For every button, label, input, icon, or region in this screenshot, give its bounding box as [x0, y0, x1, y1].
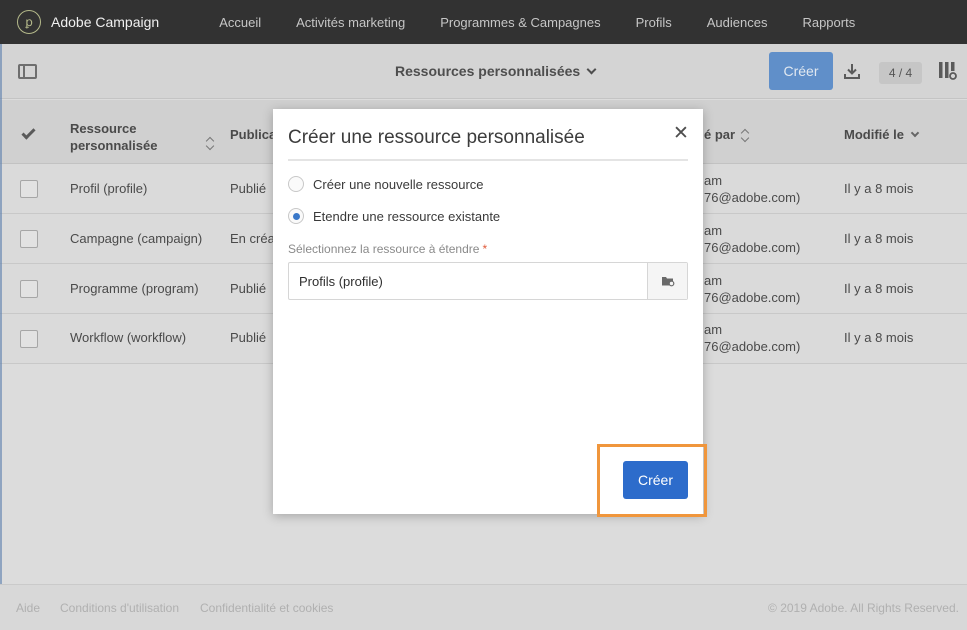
select-all-check-icon[interactable] — [21, 125, 36, 140]
column-header-resource[interactable]: Ressource personnalisée — [70, 120, 190, 154]
radio-label: Etendre une ressource existante — [313, 208, 501, 224]
top-navigation: ꝑ Adobe Campaign Accueil Activités marke… — [0, 0, 967, 44]
dialog-title: Créer une ressource personnalisée — [288, 127, 585, 148]
cell-modified-by: am 76@adobe.com) — [704, 223, 801, 255]
nav-item-audiences[interactable]: Audiences — [707, 15, 768, 30]
column-header-publication[interactable]: Publica — [230, 127, 276, 142]
resource-select-value: Profils (profile) — [299, 274, 383, 289]
chevron-down-icon — [586, 64, 597, 75]
sidebar-toggle-icon[interactable] — [18, 64, 37, 79]
sort-icon — [741, 130, 748, 142]
cell-modified-on: Il y a 8 mois — [844, 330, 914, 345]
download-icon[interactable] — [843, 62, 861, 80]
sort-icon[interactable] — [206, 138, 213, 150]
cell-modified-by: am 76@adobe.com) — [704, 173, 801, 205]
nav-item-activites-marketing[interactable]: Activités marketing — [296, 15, 405, 30]
footer-link-help[interactable]: Aide — [16, 601, 40, 615]
row-checkbox[interactable] — [20, 280, 38, 298]
row-checkbox[interactable] — [20, 180, 38, 198]
cell-publication: Publié — [230, 281, 267, 296]
main-menu: Accueil Activités marketing Programmes &… — [219, 15, 890, 30]
nav-item-programmes-campagnes[interactable]: Programmes & Campagnes — [440, 15, 600, 30]
toolbar-create-button[interactable]: Créer — [769, 52, 833, 90]
cell-modified-on: Il y a 8 mois — [844, 181, 914, 196]
nav-item-rapports[interactable]: Rapports — [802, 15, 855, 30]
footer-link-privacy[interactable]: Confidentialité et cookies — [200, 601, 333, 615]
sort-desc-icon — [910, 128, 920, 138]
toolbar: Ressources personnalisées Créer 4 / 4 — [0, 44, 967, 99]
cell-resource[interactable]: Profil (profile) — [70, 181, 147, 196]
cell-publication: Publié — [230, 181, 267, 196]
callout-highlight-box — [597, 444, 707, 517]
radio-button[interactable] — [288, 176, 304, 192]
view-title: Ressources personnalisées — [395, 63, 581, 79]
adobe-campaign-logo-icon: ꝑ — [17, 10, 41, 34]
column-header-modified-by[interactable]: é par — [704, 127, 748, 142]
footer: Aide Conditions d'utilisation Confidenti… — [0, 584, 967, 630]
left-edge-divider — [0, 44, 2, 630]
row-checkbox[interactable] — [20, 230, 38, 248]
folder-picker-icon — [661, 277, 674, 287]
footer-link-terms[interactable]: Conditions d'utilisation — [60, 601, 179, 615]
nav-item-accueil[interactable]: Accueil — [219, 15, 261, 30]
cell-resource[interactable]: Campagne (campaign) — [70, 231, 202, 246]
resource-select-field[interactable]: Profils (profile) — [288, 262, 688, 300]
view-title-dropdown[interactable]: Ressources personnalisées — [395, 63, 597, 79]
cell-resource[interactable]: Programme (program) — [70, 281, 199, 296]
app-logo[interactable]: ꝑ Adobe Campaign — [17, 10, 159, 34]
cell-resource[interactable]: Workflow (workflow) — [70, 330, 186, 345]
cell-publication: Publié — [230, 330, 267, 345]
field-label: Sélectionnez la ressource à étendre * — [288, 242, 488, 256]
app-name: Adobe Campaign — [51, 14, 160, 30]
nav-item-profils[interactable]: Profils — [636, 15, 672, 30]
resource-picker-button[interactable] — [647, 263, 687, 299]
close-icon[interactable]: ✕ — [673, 124, 689, 143]
radio-option-new-resource[interactable]: Créer une nouvelle ressource — [288, 176, 484, 192]
dialog-divider — [288, 159, 688, 161]
row-checkbox[interactable] — [20, 330, 38, 348]
cell-modified-by: am 76@adobe.com) — [704, 322, 801, 354]
cell-publication: En créat — [230, 231, 279, 246]
cell-modified-on: Il y a 8 mois — [844, 231, 914, 246]
column-header-modified-on[interactable]: Modifié le — [844, 127, 920, 142]
item-counter: 4 / 4 — [879, 62, 922, 84]
copyright: © 2019 Adobe. All Rights Reserved. — [768, 601, 959, 615]
radio-label: Créer une nouvelle ressource — [313, 176, 484, 192]
radio-option-extend-resource[interactable]: Etendre une ressource existante — [288, 208, 500, 224]
column-settings-icon[interactable] — [938, 61, 957, 80]
required-marker: * — [482, 242, 488, 256]
cell-modified-on: Il y a 8 mois — [844, 281, 914, 296]
cell-modified-by: am 76@adobe.com) — [704, 273, 801, 305]
radio-button-selected[interactable] — [288, 208, 304, 224]
